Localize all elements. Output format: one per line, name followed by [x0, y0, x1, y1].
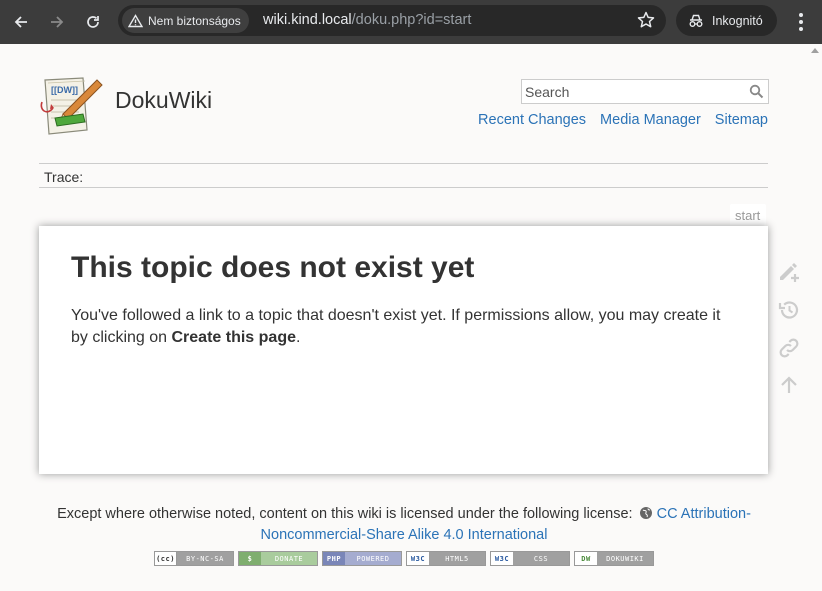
warning-icon — [128, 13, 143, 27]
globe-icon — [639, 507, 652, 519]
url-path: /doku.php?id=start — [351, 12, 472, 28]
dokuwiki-logo[interactable]: [[DW]] — [39, 74, 105, 140]
badge-donate[interactable]: $ DONATE — [238, 551, 318, 566]
page-title: This topic does not exist yet — [71, 251, 475, 284]
arrow-right-icon — [51, 16, 64, 28]
breadcrumb: Trace: — [39, 163, 768, 188]
site-tools: Recent Changes Media Manager Sitemap — [478, 112, 768, 128]
create-page-link[interactable]: Create this page — [172, 329, 296, 346]
page-id-tag: start — [730, 204, 767, 226]
back-to-top-button[interactable] — [776, 372, 802, 398]
reload-button[interactable] — [80, 9, 106, 35]
breadcrumb-label: Trace: — [44, 169, 84, 185]
search-button[interactable] — [749, 84, 764, 103]
url-text[interactable]: wiki.kind.local/doku.php?id=start — [263, 5, 471, 36]
forward-button[interactable] — [44, 9, 70, 35]
bookmark-star-button[interactable] — [636, 10, 656, 34]
site-title[interactable]: DokuWiki — [115, 87, 212, 114]
badge-php-powered[interactable]: PHP POWERED — [322, 551, 402, 566]
license-text: Except where otherwise noted, content on… — [57, 506, 633, 522]
security-chip[interactable]: Nem biztonságos — [122, 8, 249, 33]
footer-badges: (cc) BY-NC-SA $ DONATE PHP POWERED W3C HTML5… — [154, 551, 654, 566]
search-form — [521, 79, 769, 104]
arrow-left-icon — [14, 16, 27, 28]
create-page-button[interactable] — [776, 260, 802, 286]
security-label: Nem biztonságos — [148, 13, 241, 28]
incognito-label: Inkognitó — [712, 13, 763, 28]
sitemap-link[interactable]: Sitemap — [715, 112, 768, 128]
incognito-icon — [689, 14, 703, 27]
page-content: This topic does not exist yet You've fol… — [39, 226, 768, 474]
old-revisions-button[interactable] — [776, 297, 802, 323]
scroll-up-arrow-icon[interactable] — [811, 48, 819, 53]
badge-dokuwiki[interactable]: DW DOKUWIKI — [574, 551, 654, 566]
scrollbar[interactable] — [808, 44, 822, 591]
dokuwiki-logo-icon: [[DW]] — [40, 77, 103, 135]
search-input[interactable] — [522, 80, 742, 103]
address-bar[interactable]: Nem biztonságos wiki.kind.local/doku.php… — [118, 5, 666, 36]
badge-w3c-html5[interactable]: W3C HTML5 — [406, 551, 486, 566]
backlinks-button[interactable] — [776, 335, 802, 361]
page-message: You've followed a link to a topic that d… — [71, 305, 736, 349]
badge-cc-license[interactable]: (cc) BY-NC-SA — [154, 551, 234, 566]
star-icon — [637, 11, 655, 28]
browser-toolbar: Nem biztonságos wiki.kind.local/doku.php… — [0, 0, 822, 44]
message-text: You've followed a link to a topic that d… — [71, 307, 721, 346]
message-end: . — [295, 329, 301, 346]
incognito-chip[interactable]: Inkognitó — [676, 5, 777, 36]
browser-menu-button[interactable] — [790, 10, 812, 34]
license-notice: Except where otherwise noted, content on… — [40, 504, 768, 546]
history-icon — [778, 301, 799, 319]
recent-changes-link[interactable]: Recent Changes — [478, 112, 586, 128]
media-manager-link[interactable]: Media Manager — [600, 112, 701, 128]
reload-icon — [87, 16, 99, 28]
link-icon — [779, 338, 799, 358]
url-host: wiki.kind.local — [263, 12, 352, 28]
back-button[interactable] — [8, 9, 34, 35]
search-icon — [749, 84, 764, 99]
badge-w3c-css[interactable]: W3C CSS — [490, 551, 570, 566]
arrow-up-icon — [781, 376, 797, 393]
svg-text:[[DW]]: [[DW]] — [51, 85, 78, 95]
pencil-plus-icon — [780, 263, 799, 282]
